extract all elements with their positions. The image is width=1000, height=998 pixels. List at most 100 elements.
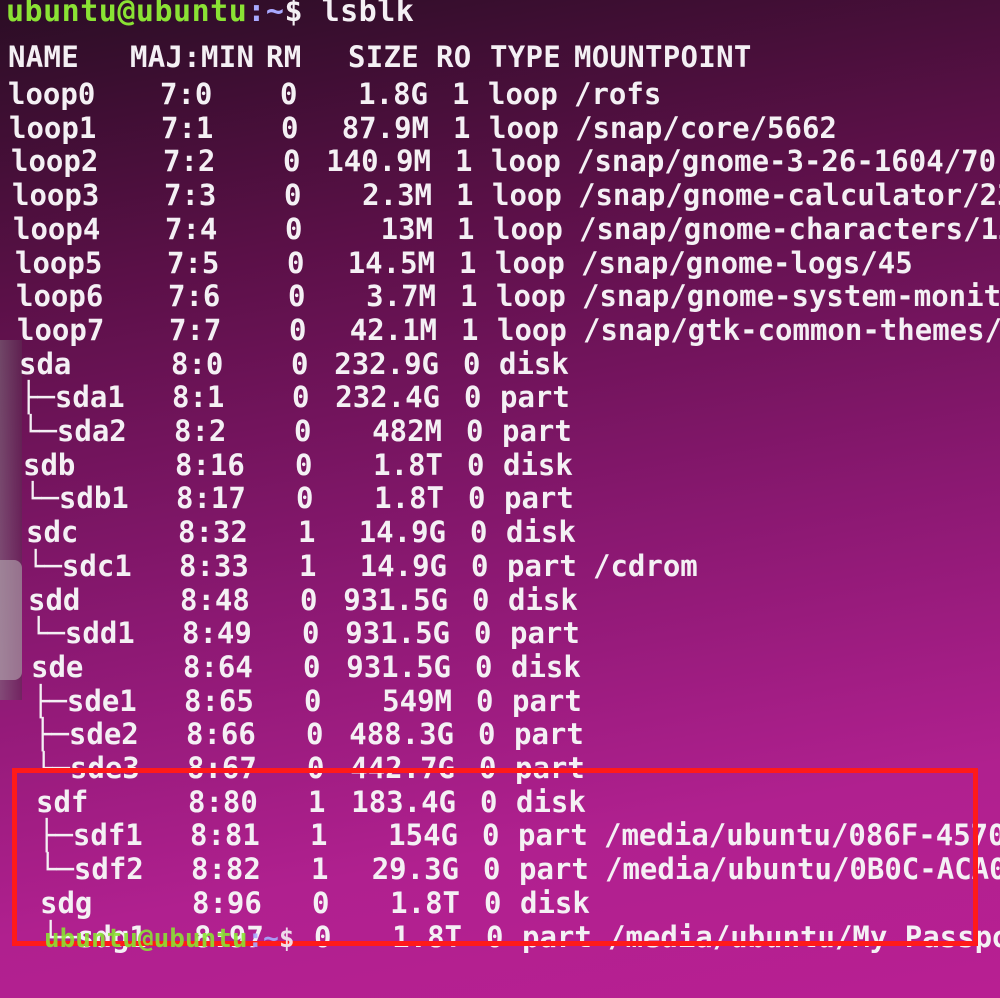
cell-type: disk xyxy=(508,582,578,617)
table-row: loop3 7:3 0 2.3M 1 loop/snap/gnome-calculator… xyxy=(12,178,1000,213)
cell-ro: 1 xyxy=(456,178,474,213)
table-row: loop5 7:5 0 14.5M 1 loop/snap/gnome-logs/45 xyxy=(15,246,998,280)
cell-name: └─sda2 xyxy=(22,414,127,448)
table-row: loop0 7:0 0 1.8G 1 loop/rofs xyxy=(8,77,998,111)
cell-name: loop5 xyxy=(15,245,103,280)
cell-rm: 0 xyxy=(284,178,302,213)
cell-size: 2.3M xyxy=(362,178,432,213)
final-prompt-user-host: ubuntu@ubuntu xyxy=(44,924,248,954)
cell-ro: 0 xyxy=(475,649,493,684)
cell-size: 1.8T xyxy=(374,481,444,516)
cell-majmin: 8:33 xyxy=(179,548,249,583)
cell-name: sdc xyxy=(26,515,79,550)
cell-ro: 0 xyxy=(474,616,492,651)
cell-size: 488.3G xyxy=(349,717,454,752)
cell-size: 140.9M xyxy=(326,144,431,179)
cell-type: disk xyxy=(506,515,576,550)
cell-rm: 0 xyxy=(291,346,309,381)
terminal-window[interactable]: ubuntu@ubuntu:~$ lsblk NAME MAJ:MIN RM S… xyxy=(0,0,1000,998)
cell-size: 931.5G xyxy=(346,649,451,684)
table-row: sdc 8:32 1 14.9G 0 disk xyxy=(26,515,998,549)
cell-size: 931.5G xyxy=(343,582,448,617)
cell-rm: 1 xyxy=(298,515,316,550)
cell-mountpoint: /snap/gnome-system-monito xyxy=(582,279,1000,314)
table-header: NAME MAJ:MIN RM SIZE RO TYPE MOUNTPOINT xyxy=(8,40,998,74)
cell-majmin: 8:49 xyxy=(182,616,252,651)
cell-rm: 0 xyxy=(302,616,320,651)
cell-majmin: 8:2 xyxy=(174,414,227,448)
cell-type: part xyxy=(500,380,570,415)
cell-size: 549M xyxy=(382,683,452,718)
table-row: sde 8:64 0 931.5G 0 disk xyxy=(31,650,998,684)
cell-type: part xyxy=(512,683,582,718)
final-prompt-symbol: $ xyxy=(278,924,295,954)
cell-rm: 0 xyxy=(292,380,310,415)
cell-ro: 0 xyxy=(463,346,481,381)
cell-name: ├─sde1 xyxy=(32,683,137,718)
table-row: ├─sde1 8:65 0 549M 0 part xyxy=(32,684,998,718)
cell-size: 232.9G xyxy=(334,346,439,381)
cell-type: loop xyxy=(492,178,562,213)
table-row: └─sdc1 8:33 1 14.9G 0 part/cdrom xyxy=(27,549,998,583)
cell-name: loop2 xyxy=(11,144,99,179)
command-prompt: ubuntu@ubuntu:~$ lsblk xyxy=(6,0,414,29)
prompt-symbol: $ xyxy=(284,0,322,29)
cell-mountpoint: /cdrom xyxy=(593,548,698,583)
cell-type: loop xyxy=(497,312,567,347)
cell-majmin: 8:48 xyxy=(180,582,250,617)
cell-type: part xyxy=(504,481,574,516)
cell-ro: 1 xyxy=(459,245,477,280)
cell-type: part xyxy=(507,548,577,583)
cell-size: 14.9G xyxy=(358,515,446,550)
highlight-box xyxy=(12,768,978,946)
header-mountpoint: MOUNTPOINT xyxy=(574,40,752,74)
table-row: └─sdd1 8:49 0 931.5G 0 part xyxy=(30,616,998,650)
cell-type: loop xyxy=(491,144,561,179)
cell-majmin: 7:6 xyxy=(168,279,221,314)
header-majmin: MAJ:MIN xyxy=(130,40,255,74)
cell-name: loop6 xyxy=(16,279,104,314)
cell-ro: 1 xyxy=(460,279,478,314)
cell-ro: 0 xyxy=(476,683,494,718)
cell-mountpoint: /rofs xyxy=(574,77,662,111)
cell-name: loop3 xyxy=(12,178,100,213)
cell-ro: 1 xyxy=(455,144,473,179)
cell-rm: 0 xyxy=(281,110,299,145)
cell-majmin: 8:32 xyxy=(178,515,248,550)
cell-rm: 0 xyxy=(295,447,313,482)
cell-ro: 0 xyxy=(468,481,486,516)
cell-name: loop4 xyxy=(13,211,101,246)
cell-majmin: 7:4 xyxy=(165,211,218,246)
cell-name: └─sdb1 xyxy=(24,481,129,516)
cell-ro: 0 xyxy=(464,380,482,415)
cell-name: ├─sda1 xyxy=(20,380,125,415)
cell-type: loop xyxy=(496,279,566,314)
cell-rm: 1 xyxy=(299,548,317,583)
cell-ro: 1 xyxy=(452,77,470,111)
cell-ro: 0 xyxy=(467,447,485,482)
table-row: ├─sda1 8:1 0 232.4G 0 part xyxy=(20,380,998,414)
cell-type: part xyxy=(514,717,584,752)
table-row: ├─sde2 8:66 0 488.3G 0 part xyxy=(34,717,998,751)
prompt-user-host: ubuntu@ubuntu xyxy=(6,0,248,29)
cell-rm: 0 xyxy=(283,144,301,179)
cell-type: disk xyxy=(503,447,573,482)
cell-ro: 1 xyxy=(457,211,475,246)
cell-ro: 0 xyxy=(470,515,488,550)
cell-majmin: 8:17 xyxy=(176,481,246,516)
header-ro: RO xyxy=(436,40,472,74)
cell-rm: 0 xyxy=(303,649,321,684)
cell-majmin: 7:2 xyxy=(163,144,216,179)
cell-size: 232.4G xyxy=(335,380,440,415)
cell-type: disk xyxy=(511,649,581,684)
cell-rm: 0 xyxy=(289,312,307,347)
cell-mountpoint: /snap/gnome-characters/12 xyxy=(579,211,1000,246)
table-row: └─sdb1 8:17 0 1.8T 0 part xyxy=(24,481,998,515)
cell-rm: 0 xyxy=(287,245,305,280)
cell-majmin: 8:1 xyxy=(172,380,225,415)
table-row: loop6 7:6 0 3.7M 1 loop/snap/gnome-system-mon… xyxy=(16,279,1000,314)
final-prompt: ubuntu@ubuntu:~$ xyxy=(44,924,294,954)
cell-mountpoint: /snap/gnome-calculator/23 xyxy=(578,178,1000,213)
cell-rm: 0 xyxy=(288,279,306,314)
cell-type: loop xyxy=(488,77,558,111)
